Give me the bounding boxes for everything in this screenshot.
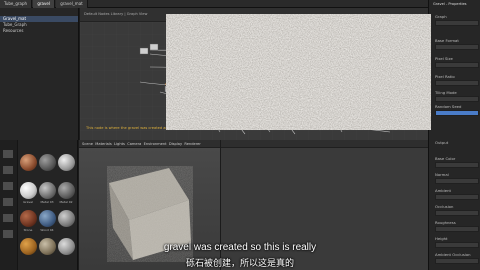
material-label: Wood 04 xyxy=(40,228,54,232)
prop-label: Pixel Ratio xyxy=(435,74,455,79)
material-label: Metal 02 xyxy=(59,200,73,204)
explorer-item-resources[interactable]: Resources xyxy=(0,28,78,34)
prop-label: Occlusion xyxy=(435,204,454,209)
material-ball[interactable] xyxy=(20,154,37,171)
3d-menu-renderer[interactable]: Renderer xyxy=(184,142,200,146)
3d-menu-display[interactable]: Display xyxy=(169,142,182,146)
material-label: Metal 03 xyxy=(40,200,54,204)
gravel-texture-preview xyxy=(166,14,431,130)
explorer-panel: Gravel_mat Tube_Graph Resources xyxy=(0,8,79,140)
3d-menu-scene[interactable]: Scene xyxy=(82,142,93,146)
properties-panel: Gravel - Properties Graph Base Format Pi… xyxy=(428,0,480,270)
3d-menu-materials[interactable]: Materials xyxy=(95,142,111,146)
material-ball[interactable] xyxy=(39,154,56,171)
prop-label: Output xyxy=(435,140,449,145)
properties-title: Gravel - Properties xyxy=(433,2,467,6)
graph-node xyxy=(149,43,159,51)
3d-menu-lights[interactable]: Lights xyxy=(114,142,125,146)
category-icon[interactable] xyxy=(3,166,13,174)
prop-field[interactable] xyxy=(435,80,479,86)
material-label: Gravel xyxy=(23,200,33,204)
prop-label: Random Seed xyxy=(435,104,462,109)
category-icon[interactable] xyxy=(3,150,13,158)
top-tab-bar: Tube_graph gravel gravel_mat xyxy=(0,0,480,8)
prop-field[interactable] xyxy=(435,62,479,68)
tab-gravel-mat[interactable]: gravel_mat xyxy=(56,0,88,8)
material-ball[interactable] xyxy=(20,210,37,227)
material-ball[interactable] xyxy=(58,154,75,171)
prop-field[interactable] xyxy=(435,194,479,200)
tab-gravel[interactable]: gravel xyxy=(33,0,55,8)
material-ball[interactable] xyxy=(20,182,37,199)
prop-label: Base Color xyxy=(435,156,456,161)
material-ball[interactable] xyxy=(39,182,56,199)
3d-menu-camera[interactable]: Camera xyxy=(127,142,141,146)
category-icon[interactable] xyxy=(3,182,13,190)
subtitle-chinese: 砾石被创建，所以这是真的 xyxy=(185,259,294,269)
prop-field[interactable] xyxy=(435,162,479,168)
prop-label: Ambient xyxy=(435,188,451,193)
material-ball[interactable] xyxy=(58,210,75,227)
prop-label: Graph xyxy=(435,14,447,19)
prop-label: Height xyxy=(435,236,448,241)
graph-toolbar-label: Default Nodes Library | Graph View xyxy=(84,12,148,16)
prop-field[interactable] xyxy=(435,44,479,50)
prop-field[interactable] xyxy=(435,20,479,26)
graph-node xyxy=(139,47,149,55)
prop-label: Roughness xyxy=(435,220,456,225)
tab-tube-graph[interactable]: Tube_graph xyxy=(0,0,33,8)
prop-label: Normal xyxy=(435,172,449,177)
category-icon[interactable] xyxy=(3,198,13,206)
prop-label: Pixel Size xyxy=(435,56,453,61)
subtitle-english: gravel was created so this is really xyxy=(163,242,317,253)
prop-field[interactable] xyxy=(435,210,479,216)
prop-field[interactable] xyxy=(435,226,479,232)
material-ball[interactable] xyxy=(39,210,56,227)
2d-view-toolbar xyxy=(221,140,428,148)
prop-label: Base Format xyxy=(435,38,459,43)
prop-label: Tiling Mode xyxy=(435,90,457,95)
category-icon[interactable] xyxy=(3,214,13,222)
category-icon[interactable] xyxy=(3,230,13,238)
material-label: Stone xyxy=(23,228,33,232)
prop-slider[interactable] xyxy=(435,110,479,116)
prop-field[interactable] xyxy=(435,96,479,102)
prop-field[interactable] xyxy=(435,178,479,184)
3d-view-toolbar: Scene Materials Lights Camera Environmen… xyxy=(79,140,220,148)
3d-menu-environment[interactable]: Environment xyxy=(144,142,167,146)
material-ball[interactable] xyxy=(58,182,75,199)
